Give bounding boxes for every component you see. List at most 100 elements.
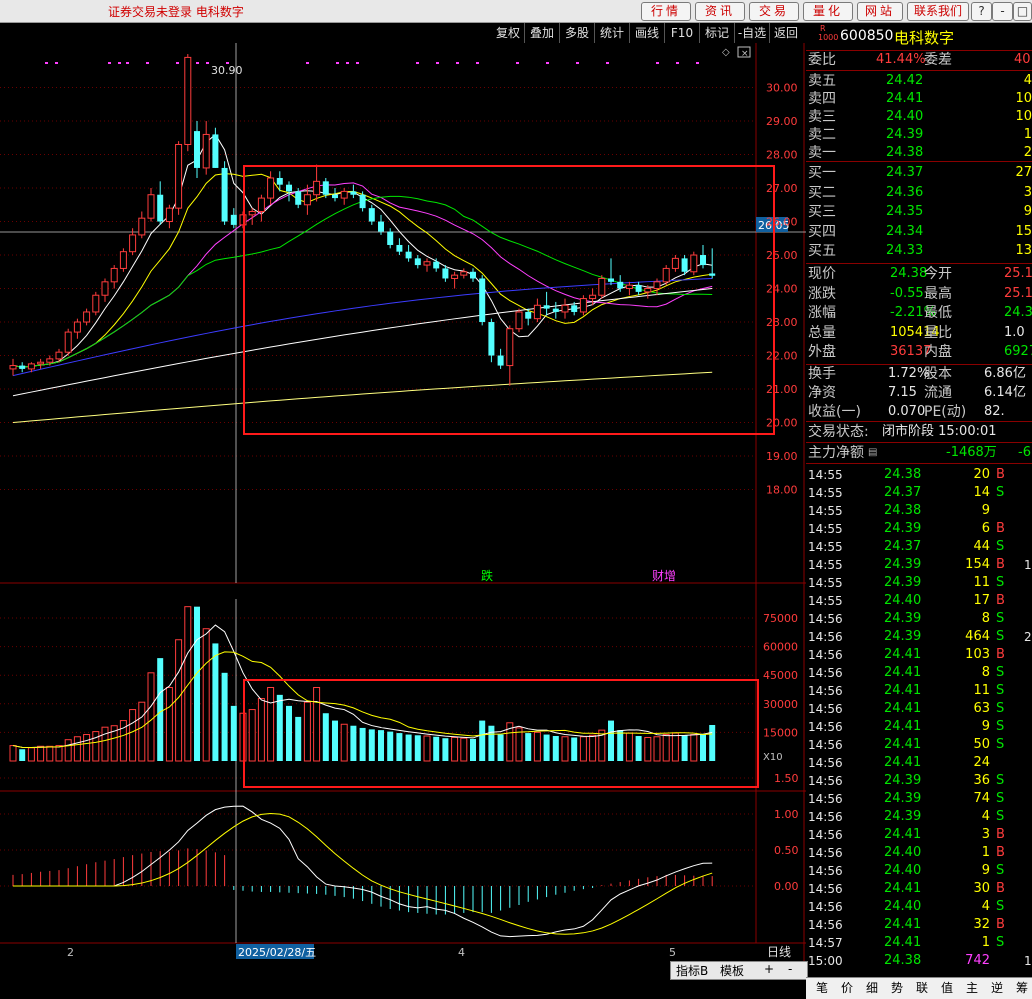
candle [543, 291, 550, 316]
toolbar-tongji[interactable]: 统计 [595, 23, 630, 43]
chart-bottom-bar: 指标B 模板 + - [0, 961, 808, 998]
tick-time: 14:55 [808, 504, 843, 518]
stat-label: 净资 [808, 385, 836, 401]
stat-value: 25.1 [1004, 285, 1032, 301]
nav-button-contact[interactable]: 联系我们 [907, 2, 969, 21]
stat-value: 24.3 [1004, 305, 1032, 320]
volume-bar [552, 736, 559, 761]
price-tick-label: 26.00 [766, 216, 798, 229]
candle [709, 248, 716, 279]
candle-body [248, 210, 256, 216]
detail-tab[interactable]: 联 [910, 979, 934, 998]
tick-price: 24.39 [884, 521, 922, 536]
main-net-value: -1468万 [946, 445, 997, 460]
toolbar-huaxian[interactable]: 画线 [630, 23, 665, 43]
signal-dot [516, 62, 519, 64]
tick-row: 14:55 24.39 6 B [808, 520, 1032, 538]
tick-volume: 1 [981, 935, 990, 950]
candle [64, 328, 72, 356]
tick-row: 14:56 24.41 32 B [808, 916, 1032, 934]
kline-chart[interactable]: 30.90 26.05 跌 财增 X10 2 2025/02/28/五 4 5 … [0, 43, 806, 961]
toolbar-diejia[interactable]: 叠加 [525, 23, 560, 43]
stat-label: 总量 [808, 324, 836, 341]
detail-tab[interactable]: 价 [835, 979, 859, 998]
help-icon[interactable]: ? [971, 2, 992, 21]
marker-caizeng: 财增 [652, 569, 676, 583]
volume-bar [433, 736, 440, 761]
tick-price: 24.39 [884, 611, 922, 626]
tick-volume: 3 [981, 827, 990, 842]
detail-tab[interactable]: 逆 [985, 979, 1009, 998]
tab-template[interactable]: 模板 [720, 962, 744, 979]
signal-dot [656, 62, 659, 64]
toolbar-fuquan[interactable]: 复权 [492, 23, 525, 43]
macd-tick-label: 0.50 [774, 844, 799, 857]
detail-tab[interactable]: 主 [960, 979, 984, 998]
tick-row: 15:00 24.38 742 12 [808, 952, 1032, 970]
volume-axis-ticks: 75000 60000 45000 30000 15000 [763, 612, 798, 739]
tick-row: 14:55 24.38 9 [808, 502, 1032, 520]
tick-direction: B [996, 557, 1005, 572]
toolbar-fanhui[interactable]: 返回 [770, 23, 802, 43]
signal-dot [108, 62, 111, 64]
bid-label: 买一 [808, 165, 836, 181]
candle [625, 281, 633, 296]
volume-bar [230, 705, 237, 761]
candle-body [579, 298, 587, 313]
volume-bar [313, 687, 321, 762]
candle-body [414, 258, 421, 266]
volume-bar [165, 687, 173, 762]
price-tick-label: 29.00 [766, 115, 798, 128]
date-label-2: 2 [67, 946, 74, 959]
tick-extra: 1 [1024, 558, 1032, 572]
volume-bar [497, 734, 504, 761]
candle [423, 258, 431, 272]
price-tick-label: 18.00 [766, 484, 798, 497]
tick-time: 14:56 [808, 702, 843, 716]
peak-price-label: 30.90 [211, 64, 243, 77]
toolbar-duogu[interactable]: 多股 [560, 23, 595, 43]
maximize-icon[interactable]: □ [1013, 2, 1032, 21]
candle-body [598, 277, 606, 296]
tab-remove[interactable]: - [788, 962, 792, 976]
stat-label: 涨幅 [808, 305, 836, 321]
candle-body [644, 288, 652, 293]
minimize-icon[interactable]: - [992, 2, 1013, 21]
chart-corner-icons[interactable]: ◇ × [722, 46, 751, 59]
tick-volume: 8 [981, 665, 990, 680]
tick-price: 24.40 [884, 899, 922, 914]
detail-tab[interactable]: 筹 [1010, 979, 1032, 998]
tab-add[interactable]: + [764, 962, 774, 976]
tick-volume: 4 [981, 899, 990, 914]
stat-value: 6.86亿 [984, 366, 1026, 381]
tick-direction: S [996, 899, 1005, 914]
nav-button-wangzhan[interactable]: 网站 [857, 2, 903, 21]
main-net-icon[interactable]: ▤ [868, 444, 877, 462]
nav-button-jiaoyi[interactable]: 交易 [749, 2, 799, 21]
detail-tab[interactable]: 笔 [810, 979, 834, 998]
candle-body [147, 194, 155, 219]
detail-tab[interactable]: 值 [935, 979, 959, 998]
tick-extra: 2 [1024, 630, 1032, 644]
toolbar-biaoji[interactable]: 标记 [700, 23, 735, 43]
volume-bar [671, 732, 679, 762]
volume-bar [92, 731, 100, 762]
volume-bar [414, 735, 421, 761]
toolbar-f10[interactable]: F10 [665, 23, 700, 43]
detail-tab[interactable]: 势 [885, 979, 909, 998]
bid-volume: 9 [1023, 204, 1032, 219]
tick-time: 14:56 [808, 756, 843, 770]
signal-dot [456, 62, 459, 64]
period-label[interactable]: 日线 [767, 945, 791, 959]
ask-row: 卖三 24.40 10 [808, 108, 1032, 126]
toolbar-zixuan[interactable]: -自选 [735, 23, 770, 43]
detail-tab[interactable]: 细 [860, 979, 884, 998]
nav-button-lianghua[interactable]: 量化 [803, 2, 853, 21]
bid-price: 24.33 [886, 243, 924, 258]
stat-label: 最高 [924, 285, 952, 302]
nav-button-hangqing[interactable]: 行情 [641, 2, 691, 21]
tab-indicator-b[interactable]: 指标B [676, 962, 708, 979]
stat-row: 涨幅 -2.21% 最低 24.3 [808, 304, 1032, 322]
tick-volume: 4 [981, 809, 990, 824]
nav-button-zixun[interactable]: 资讯 [695, 2, 745, 21]
